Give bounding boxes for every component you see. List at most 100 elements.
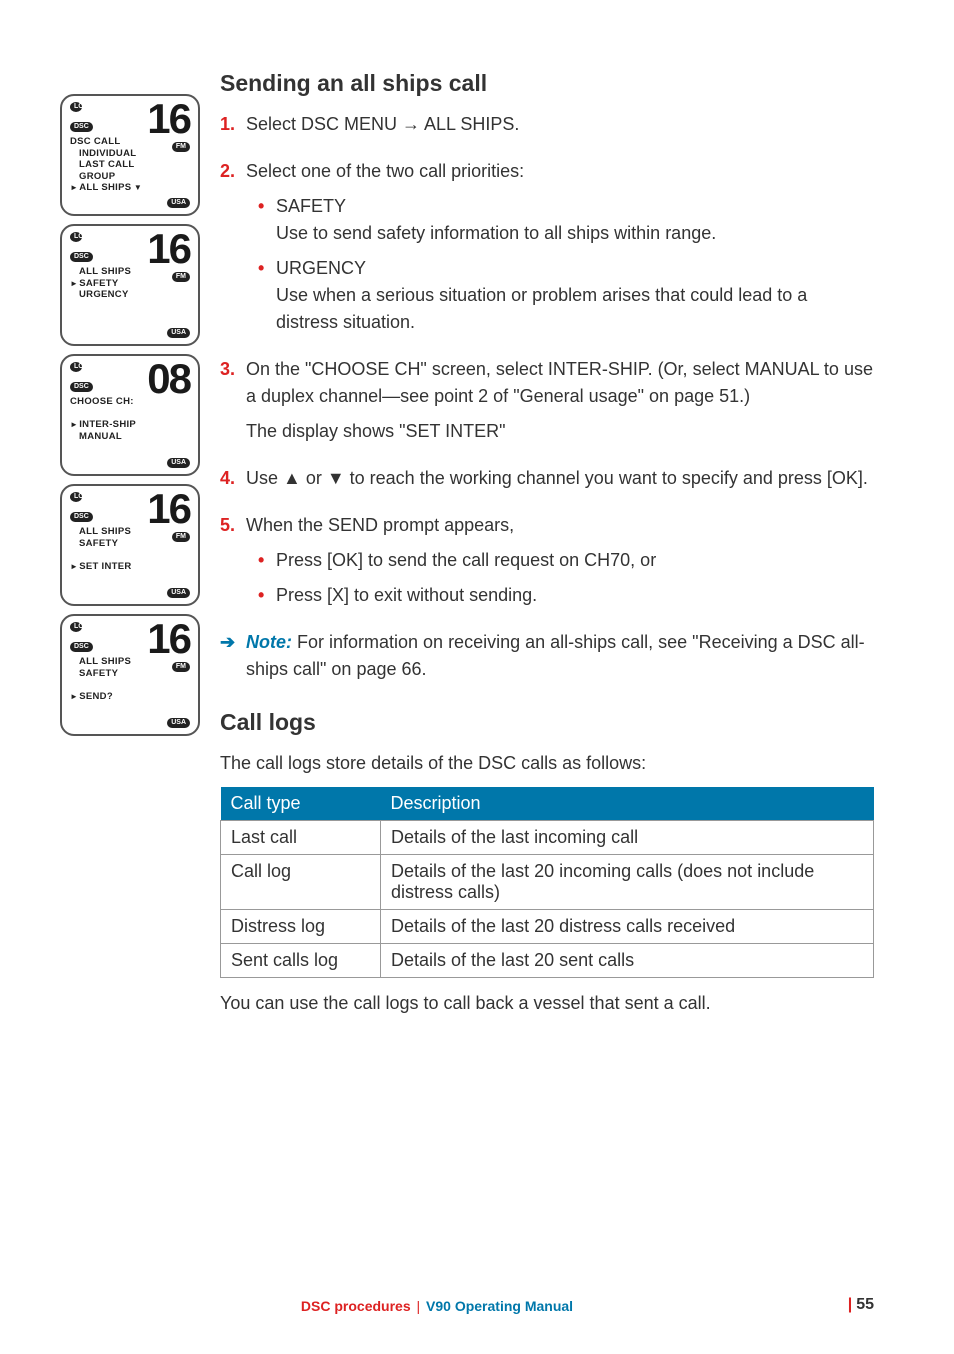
table-cell: Details of the last incoming call (381, 821, 874, 855)
usa-icon: USA (167, 458, 190, 468)
lcd-line: ALL SHIPS (70, 266, 131, 278)
note-block: ➔ Note: For information on receiving an … (220, 629, 874, 683)
footer-section: DSC procedures (301, 1298, 411, 1314)
step-text: Use ▲ or ▼ to reach the working channel … (246, 465, 874, 492)
section-heading: Sending an all ships call (220, 70, 874, 97)
step-number: 4. (220, 465, 246, 492)
content-column: Sending an all ships call 1.Select DSC M… (220, 70, 874, 1027)
call-log-table: Call type Description Last callDetails o… (220, 787, 874, 978)
table-cell: Distress log (221, 910, 381, 944)
lo-icon: LO (70, 102, 82, 112)
lcd-line: LAST CALL (70, 159, 142, 171)
fm-icon: FM (172, 142, 190, 152)
step-number: 2. (220, 158, 246, 185)
bullet-item: URGENCYUse when a serious situation or p… (276, 255, 874, 336)
step-body: Select DSC MENU → ALL SHIPS. (246, 111, 874, 146)
step-item: 5.When the SEND prompt appears, Press [OK… (220, 512, 874, 617)
step-body: Use ▲ or ▼ to reach the working channel … (246, 465, 874, 500)
table-cell: Details of the last 20 sent calls (381, 944, 874, 978)
fm-icon: FM (172, 532, 190, 542)
step-number: 1. (220, 111, 246, 138)
call-logs-intro: The call logs store details of the DSC c… (220, 750, 874, 777)
dsc-icon: DSC (70, 512, 93, 522)
table-row: Call logDetails of the last 20 incoming … (221, 855, 874, 910)
dsc-icon: DSC (70, 122, 93, 132)
step-text: The display shows "SET INTER" (246, 418, 874, 445)
table-cell: Details of the last 20 incoming calls (d… (381, 855, 874, 910)
table-header: Call type (221, 787, 381, 821)
steps-list: 1.Select DSC MENU → ALL SHIPS.2.Select o… (220, 111, 874, 617)
bullet-list: SAFETYUse to send safety information to … (246, 193, 874, 336)
lo-icon: LO (70, 492, 82, 502)
step-body: Select one of the two call priorities: SA… (246, 158, 874, 344)
bullet-item: Press [X] to exit without sending. (276, 582, 874, 609)
lcd-line: URGENCY (70, 289, 131, 301)
lcd-line (70, 549, 132, 561)
lcd-line: SEND? (70, 691, 131, 703)
step-text: Select DSC MENU → ALL SHIPS. (246, 111, 874, 138)
step-item: 1.Select DSC MENU → ALL SHIPS. (220, 111, 874, 146)
step-number: 3. (220, 356, 246, 383)
step-text: When the SEND prompt appears, (246, 512, 874, 539)
table-cell: Sent calls log (221, 944, 381, 978)
usa-icon: USA (167, 718, 190, 728)
lcd-line: GROUP (70, 171, 142, 183)
lcd-line: INDIVIDUAL (70, 148, 142, 160)
step-item: 3.On the "CHOOSE CH" screen, select INTE… (220, 356, 874, 453)
lcd-line: SAFETY (70, 668, 131, 680)
lo-icon: LO (70, 622, 82, 632)
table-header: Description (381, 787, 874, 821)
lcd-line: ALL SHIPS (70, 656, 131, 668)
usa-icon: USA (167, 328, 190, 338)
lcd-line: SAFETY (70, 538, 132, 550)
table-cell: Last call (221, 821, 381, 855)
page-number: |55 (848, 1296, 874, 1314)
dsc-icon: DSC (70, 252, 93, 262)
table-row: Distress logDetails of the last 20 distr… (221, 910, 874, 944)
lcd-line: SAFETY (70, 278, 131, 290)
lcd-screen: LO DSC 16 FM USA ALL SHIPSSAFETY SEND? (60, 614, 200, 736)
fm-icon: FM (172, 272, 190, 282)
step-text: On the "CHOOSE CH" screen, select INTER-… (246, 356, 874, 410)
channel-number: 16 (147, 618, 190, 660)
note-text: For information on receiving an all-ship… (246, 632, 865, 679)
lcd-line: INTER-SHIP (70, 419, 136, 431)
fm-icon: FM (172, 662, 190, 672)
dsc-icon: DSC (70, 382, 93, 392)
bullet-item: Press [OK] to send the call request on C… (276, 547, 874, 574)
lcd-line: ALL SHIPS (70, 182, 142, 194)
subsection-heading: Call logs (220, 709, 874, 736)
lcd-screen: LO DSC 16 FM USA ALL SHIPSSAFETY SET INTER (60, 484, 200, 606)
lcd-screen: LODSC 08 USA CHOOSE CH: INTER-SHIPMANUAL (60, 354, 200, 476)
table-cell: Call log (221, 855, 381, 910)
table-row: Sent calls logDetails of the last 20 sen… (221, 944, 874, 978)
lcd-column: LO DSC 16 FM USA DSC CALLINDIVIDUALLAST CA… (60, 70, 200, 1027)
lcd-line (70, 679, 131, 691)
usa-icon: USA (167, 588, 190, 598)
step-body: When the SEND prompt appears, Press [OK] … (246, 512, 874, 617)
bullet-list: Press [OK] to send the call request on C… (246, 547, 874, 609)
table-cell: Details of the last 20 distress calls re… (381, 910, 874, 944)
dsc-icon: DSC (70, 642, 93, 652)
footer-manual: V90 Operating Manual (426, 1298, 573, 1314)
channel-number: 16 (147, 98, 190, 140)
lcd-line: CHOOSE CH: (70, 396, 136, 408)
lo-icon: LO (70, 232, 82, 242)
note-arrow-icon: ➔ (220, 629, 246, 656)
channel-number: 08 (147, 358, 190, 400)
step-body: On the "CHOOSE CH" screen, select INTER-… (246, 356, 874, 453)
call-logs-outro: You can use the call logs to call back a… (220, 990, 874, 1017)
bullet-item: SAFETYUse to send safety information to … (276, 193, 874, 247)
table-row: Last callDetails of the last incoming ca… (221, 821, 874, 855)
lcd-line: DSC CALL (70, 136, 142, 148)
lo-icon: LO (70, 362, 82, 372)
page-footer: DSC procedures | V90 Operating Manual |5… (0, 1298, 874, 1314)
step-text: Select one of the two call priorities: (246, 158, 874, 185)
lcd-line: ALL SHIPS (70, 526, 132, 538)
step-item: 4.Use ▲ or ▼ to reach the working channe… (220, 465, 874, 500)
step-number: 5. (220, 512, 246, 539)
channel-number: 16 (147, 228, 190, 270)
channel-number: 16 (147, 488, 190, 530)
lcd-screen: LODSC 16 FMUSA DSC CALLINDIVIDUALLAST CA… (60, 94, 200, 216)
lcd-line: SET INTER (70, 561, 132, 573)
